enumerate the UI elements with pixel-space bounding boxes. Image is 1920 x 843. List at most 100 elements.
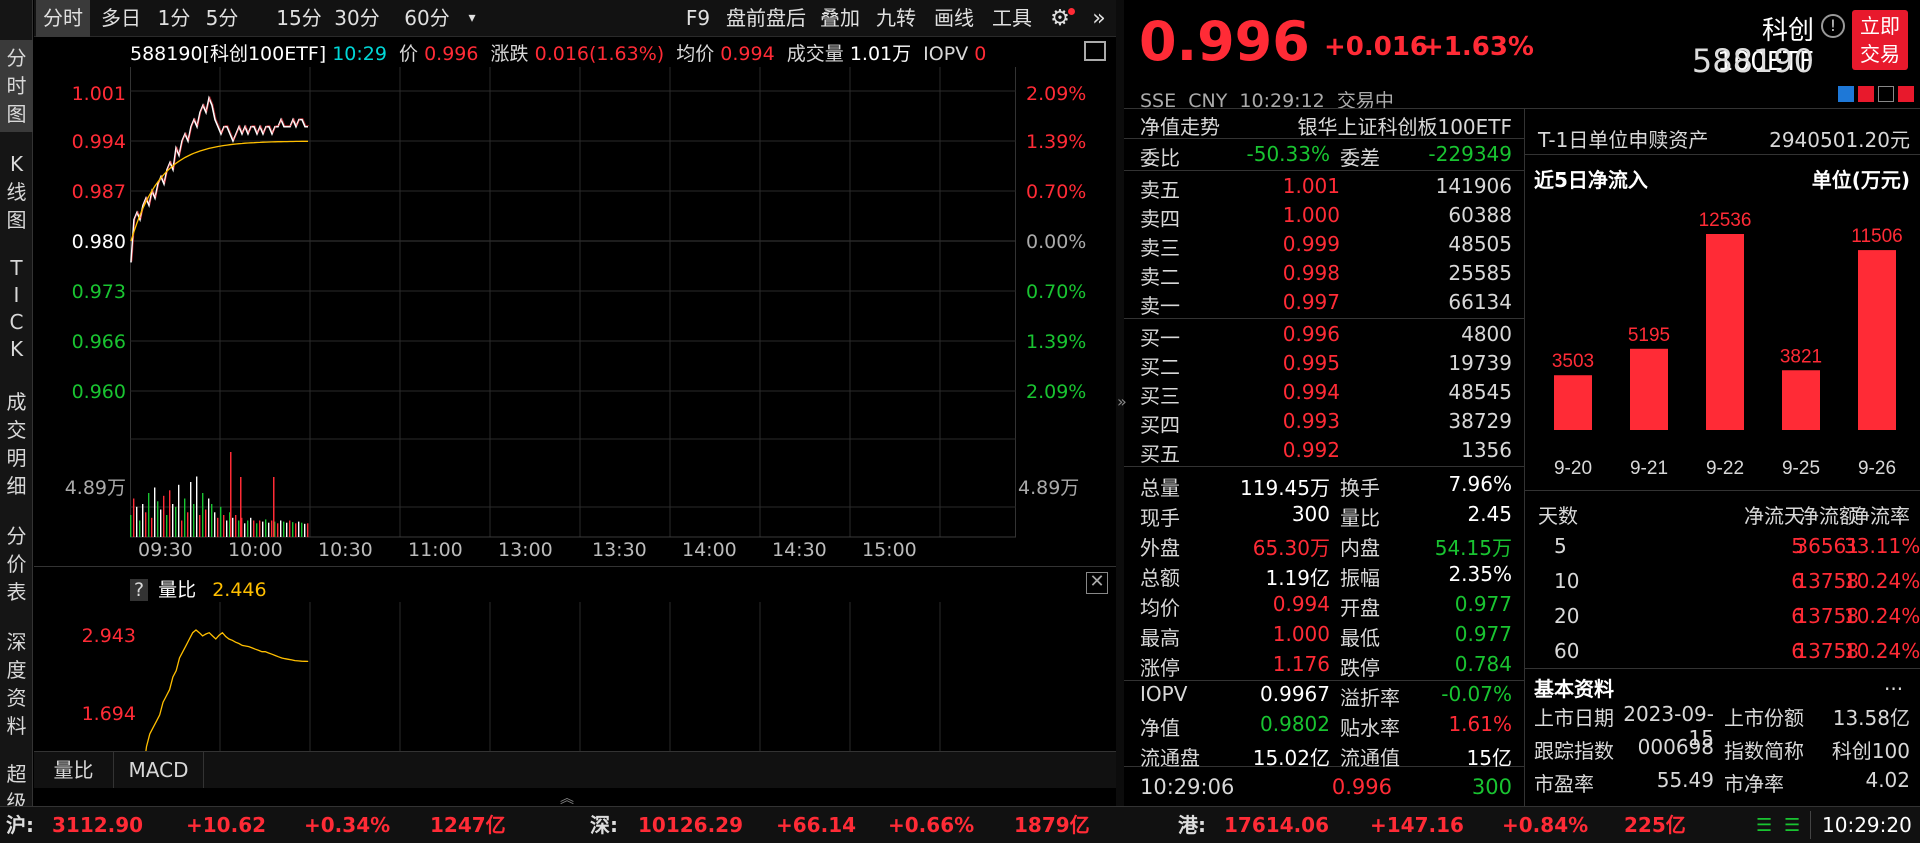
- volume-bar: [259, 520, 261, 537]
- panel-toggle-icon[interactable]: [1084, 41, 1106, 61]
- tab-price-distribution[interactable]: 分价表: [0, 522, 33, 607]
- period-tab-15min[interactable]: 15分: [272, 0, 326, 37]
- period-tab-1min[interactable]: 1分: [152, 0, 196, 37]
- notification-dot: [1068, 8, 1075, 15]
- list-icon[interactable]: ☰: [1756, 807, 1772, 843]
- collapse-chevron-icon[interactable]: ︽: [560, 788, 574, 808]
- divider: [1524, 668, 1920, 669]
- tab-depth-data[interactable]: 深度资料: [0, 628, 33, 740]
- bid-price: 0.996: [1282, 322, 1340, 346]
- flow-days: 60: [1554, 639, 1580, 663]
- bid-level-label: 买五: [1140, 442, 1180, 466]
- tick-volume: 300: [1471, 775, 1512, 799]
- period-tab-multiday[interactable]: 多日: [94, 0, 148, 37]
- settings-gear-icon[interactable]: ⚙: [1042, 0, 1078, 37]
- flow-net-rate: 10.24%: [1844, 639, 1920, 663]
- stat-label: 均价: [1140, 596, 1180, 620]
- tab-intraday-chart[interactable]: 分时图: [0, 40, 33, 132]
- close-sub-chart-icon[interactable]: ✕: [1086, 572, 1108, 594]
- edit-icon[interactable]: [1838, 86, 1854, 102]
- inflow-bar-value: 3503: [1552, 351, 1594, 372]
- sz-index: 10126.29: [638, 813, 744, 837]
- y-axis-pct-label: 0.00%: [1026, 231, 1087, 253]
- price-chart-svg: [130, 67, 1016, 538]
- stat-label: 外盘: [1140, 536, 1180, 560]
- tools-button[interactable]: 工具: [988, 0, 1036, 37]
- stat-value: 0.977: [1454, 592, 1512, 616]
- overlay-button[interactable]: 叠加: [816, 0, 864, 37]
- basic-label: 跟踪指数: [1534, 739, 1614, 763]
- f9-button[interactable]: F9: [680, 0, 716, 37]
- alert-icon[interactable]: [1858, 86, 1874, 102]
- hk-label: 港:: [1178, 813, 1206, 837]
- y-axis-pct-label: 1.39%: [1026, 331, 1087, 353]
- nav-trend-link[interactable]: 净值走势: [1140, 111, 1220, 140]
- ask-level-label: 卖一: [1140, 294, 1180, 318]
- volume-bar: [289, 520, 291, 537]
- volume-bar: [151, 517, 153, 538]
- x-axis-time-label: 15:00: [862, 539, 917, 561]
- draw-line-button[interactable]: 画线: [930, 0, 978, 37]
- volume-bar: [220, 506, 222, 538]
- tab-super[interactable]: 超级: [0, 760, 33, 806]
- flow-net-rate: 33.11%: [1844, 534, 1920, 558]
- volume-bar: [172, 504, 174, 537]
- mini-toolbar: [1838, 86, 1914, 104]
- period-tab-30min[interactable]: 30分: [330, 0, 384, 37]
- period-tab-60min[interactable]: 60分: [400, 0, 454, 37]
- volume-bar: [142, 504, 144, 537]
- sub-indicator-value: 2.446: [212, 579, 267, 601]
- volume-bar: [271, 520, 273, 537]
- info-price: 0.996: [424, 43, 479, 65]
- inflow-bar-value: 12536: [1699, 210, 1752, 231]
- stat-value: 0.994: [1272, 592, 1330, 616]
- volume-bar: [277, 523, 279, 538]
- net-inflow-bar-chart: 3503 9-20 5195 9-21 12536 9-22 3821 9-25 11506 9-…: [1552, 210, 1903, 479]
- iopv-value: 15亿: [1466, 746, 1512, 770]
- share-icon[interactable]: [1898, 86, 1914, 102]
- stat-label: 换手: [1340, 476, 1380, 500]
- indicator-tab-macd[interactable]: MACD: [114, 752, 204, 788]
- volume-bar: [154, 487, 156, 537]
- sz-pct: +0.66%: [888, 813, 975, 837]
- stat-value: 2.45: [1467, 502, 1512, 526]
- bid-level-label: 买二: [1140, 355, 1180, 379]
- volume-bar: [244, 523, 246, 538]
- indicator-tab-volratio[interactable]: 量比: [34, 752, 114, 788]
- indicator-tab-bar: 量比 MACD: [34, 751, 1116, 788]
- sub-ymid: 1.694: [81, 703, 136, 725]
- list-alt-icon[interactable]: ☰: [1784, 807, 1800, 843]
- volume-bar: [166, 515, 168, 537]
- tab-kline-chart[interactable]: K线图: [0, 150, 33, 235]
- period-tab-intraday[interactable]: 分时: [36, 0, 90, 37]
- window-icon[interactable]: [1878, 86, 1894, 102]
- basic-info-more[interactable]: ...: [1884, 671, 1903, 695]
- info-icon[interactable]: !: [1821, 14, 1845, 38]
- period-tab-5min[interactable]: 5分: [200, 0, 244, 37]
- sz-label: 深:: [590, 813, 618, 837]
- price-label: 价: [399, 43, 419, 65]
- stat-value: 65.30万: [1252, 536, 1330, 560]
- bid-volume: 48545: [1448, 380, 1512, 404]
- bid-volume: 4800: [1461, 322, 1512, 346]
- volume-bar: [273, 477, 275, 537]
- divider: [1124, 138, 1524, 139]
- x-axis-time-label: 13:30: [592, 539, 647, 561]
- stat-value: 1.000: [1272, 622, 1330, 646]
- stat-value: 300: [1291, 502, 1330, 526]
- ask-price: 1.000: [1282, 203, 1340, 227]
- expand-icon[interactable]: »: [1082, 0, 1116, 37]
- period-dropdown-icon[interactable]: ▾: [462, 0, 482, 37]
- volume-bar: [235, 515, 237, 537]
- ask-volume: 60388: [1448, 203, 1512, 227]
- price-change: +0.016: [1324, 32, 1429, 62]
- tab-trade-detail[interactable]: 成交明细: [0, 388, 33, 500]
- pre-post-market-button[interactable]: 盘前盘后: [720, 0, 812, 37]
- nine-turn-button[interactable]: 九转: [872, 0, 920, 37]
- help-icon[interactable]: ?: [130, 579, 149, 601]
- hk-index: 17614.06: [1224, 813, 1330, 837]
- trade-now-button[interactable]: 立即 交易: [1852, 10, 1908, 70]
- stat-label: 总额: [1140, 566, 1180, 590]
- bid-level-label: 买一: [1140, 326, 1180, 350]
- tab-tick[interactable]: TICK: [0, 255, 33, 365]
